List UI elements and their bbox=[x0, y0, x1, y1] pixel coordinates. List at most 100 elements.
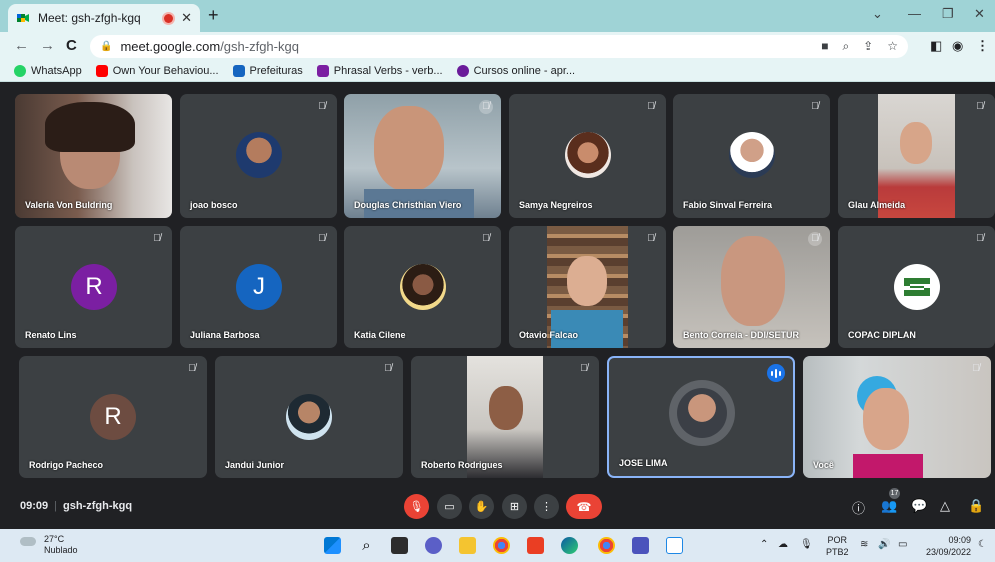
share-icon[interactable]: ⇪ bbox=[863, 39, 873, 54]
mic-off-icon: 🎙̸ bbox=[976, 101, 984, 112]
participant-tile[interactable]: 🎙̸ Roberto Rodrigues bbox=[411, 356, 599, 478]
minimize-icon[interactable]: — bbox=[908, 6, 921, 21]
participant-tile-active-speaker[interactable]: JOSE LIMA bbox=[607, 356, 795, 478]
browser-tab-strip: Meet: gsh-zfgh-kgq ✕ + ⌄ — ❐ ✕ bbox=[0, 0, 995, 32]
participant-face bbox=[721, 236, 785, 326]
file-explorer-icon[interactable] bbox=[459, 537, 476, 554]
battery-icon[interactable]: ▭ bbox=[898, 539, 907, 550]
bookmark-youtube[interactable]: Own Your Behaviou... bbox=[95, 64, 219, 77]
participant-name: Fabio Sinval Ferreira bbox=[683, 200, 773, 210]
participant-tile[interactable]: 🎙̸ Jandui Junior bbox=[215, 356, 403, 478]
activities-icon[interactable]: △ bbox=[940, 498, 950, 514]
bookmark-phrasal-verbs[interactable]: Phrasal Verbs - verb... bbox=[316, 64, 443, 77]
bookmark-label: Cursos online - apr... bbox=[473, 64, 576, 77]
language-code: POR bbox=[827, 535, 848, 545]
participant-tile[interactable]: 🎙̸ Douglas Christhian Viero bbox=[344, 94, 501, 218]
camera-toggle-button[interactable]: ▭ bbox=[437, 494, 462, 519]
mic-off-icon: 🎙̸ bbox=[580, 363, 588, 374]
participant-tile[interactable]: R 🎙̸ Rodrigo Pacheco bbox=[19, 356, 207, 478]
participant-name: Katia Cilene bbox=[354, 330, 406, 340]
participant-tile[interactable]: Valeria Von Buldring bbox=[15, 94, 172, 218]
participant-tile[interactable]: 🎙̸ Glau Almeida bbox=[838, 94, 995, 218]
close-window-icon[interactable]: ✕ bbox=[974, 6, 985, 22]
participant-tile[interactable]: 🎙̸ Katia Cilene bbox=[344, 226, 501, 348]
participant-name: Renato Lins bbox=[25, 330, 77, 340]
participant-name: Juliana Barbosa bbox=[190, 330, 260, 340]
participant-initial-avatar: R bbox=[71, 264, 117, 310]
microphone-icon[interactable]: 🎙 bbox=[800, 539, 813, 550]
recording-indicator-icon bbox=[164, 13, 174, 23]
office-icon[interactable] bbox=[527, 537, 544, 554]
participant-name: COPAC DIPLAN bbox=[848, 330, 916, 340]
start-button-icon[interactable] bbox=[324, 537, 341, 554]
tab-search-chevron-icon[interactable]: ⌄ bbox=[872, 6, 883, 22]
chrome-icon[interactable] bbox=[493, 537, 510, 554]
participant-tile[interactable]: 🎙̸ Bento Correia - DDI/SETUR bbox=[673, 226, 830, 348]
speaker-ring bbox=[669, 380, 735, 446]
windows-taskbar: 27°C Nublado ⌕ ⌃ ☁ 🎙 POR PTB2 ≋ 🔊 ▭ 09:0… bbox=[0, 529, 995, 562]
more-options-button[interactable]: ⋮ bbox=[534, 494, 559, 519]
document-icon[interactable] bbox=[666, 537, 683, 554]
participant-tile[interactable]: J 🎙̸ Juliana Barbosa bbox=[180, 226, 337, 348]
zoom-icon[interactable]: ⌕ bbox=[842, 39, 849, 54]
language-indicator[interactable]: POR PTB2 bbox=[826, 534, 849, 558]
participant-tile[interactable]: R 🎙̸ Renato Lins bbox=[15, 226, 172, 348]
participant-face bbox=[900, 122, 932, 164]
tray-chevron-icon[interactable]: ⌃ bbox=[760, 539, 768, 550]
cloud-sync-icon[interactable]: ☁ bbox=[778, 539, 788, 550]
teams-icon[interactable] bbox=[632, 537, 649, 554]
participant-name: Bento Correia - DDI/SETUR bbox=[683, 330, 800, 340]
back-arrow-icon[interactable]: ← bbox=[14, 37, 29, 54]
camera-icon[interactable]: ■ bbox=[821, 39, 828, 54]
participant-tile[interactable]: 🎙̸ joao bosco bbox=[180, 94, 337, 218]
participant-face bbox=[489, 386, 523, 430]
bookmark-label: WhatsApp bbox=[31, 64, 82, 77]
participant-name: Otavio Falcao bbox=[519, 330, 579, 340]
address-bar[interactable]: 🔒 meet.google.com /gsh-zfgh-kgq ■ ⌕ ⇪ ☆ bbox=[90, 35, 908, 58]
mic-toggle-button[interactable]: 🎙 bbox=[404, 494, 429, 519]
browser-menu-icon[interactable]: ⋮ bbox=[976, 38, 989, 54]
participant-tile-self[interactable]: 🎙̸ Você bbox=[803, 356, 991, 478]
present-screen-button[interactable]: ⊞ bbox=[502, 494, 527, 519]
profile-icon[interactable]: ◉ bbox=[952, 38, 963, 54]
bookmark-prefeituras[interactable]: Prefeituras bbox=[232, 64, 303, 77]
notifications-icon[interactable]: ☾ bbox=[978, 539, 987, 550]
raise-hand-button[interactable]: ✋ bbox=[469, 494, 494, 519]
bookmark-cursos-online[interactable]: Cursos online - apr... bbox=[456, 64, 576, 77]
mic-off-icon: 🎙̸ bbox=[647, 233, 655, 244]
edge-icon[interactable] bbox=[561, 537, 578, 554]
teams-chat-icon[interactable] bbox=[425, 537, 442, 554]
restore-icon[interactable]: ❐ bbox=[942, 6, 954, 22]
participant-avatar bbox=[729, 132, 775, 178]
wifi-icon[interactable]: ≋ bbox=[860, 539, 868, 550]
bookmark-whatsapp[interactable]: WhatsApp bbox=[14, 64, 82, 77]
bookmarks-bar: WhatsApp Own Your Behaviou... Prefeitura… bbox=[0, 60, 995, 82]
participant-tile[interactable]: 🎙̸ Samya Negreiros bbox=[509, 94, 666, 218]
forward-arrow-icon[interactable]: → bbox=[40, 37, 55, 54]
participant-shirt bbox=[853, 454, 923, 478]
side-panel-icon[interactable]: ◧ bbox=[930, 38, 942, 54]
reload-icon[interactable]: C bbox=[66, 37, 77, 54]
chat-icon[interactable]: 💬 bbox=[911, 498, 927, 514]
search-icon[interactable]: ⌕ bbox=[358, 537, 375, 554]
end-call-button[interactable]: ☎ bbox=[566, 494, 602, 519]
browser-tab[interactable]: Meet: gsh-zfgh-kgq ✕ bbox=[8, 4, 200, 32]
weather-widget[interactable]: 27°C Nublado bbox=[20, 534, 78, 556]
tab-close-icon[interactable]: ✕ bbox=[181, 10, 192, 26]
clock-date: 23/09/2022 bbox=[925, 547, 971, 557]
volume-icon[interactable]: 🔊 bbox=[878, 539, 890, 550]
host-controls-icon[interactable]: 🔒 bbox=[968, 498, 984, 514]
participant-tile[interactable]: 🎙̸ Otavio Falcao bbox=[509, 226, 666, 348]
bookmark-star-icon[interactable]: ☆ bbox=[887, 39, 898, 54]
new-tab-button[interactable]: + bbox=[208, 5, 219, 26]
url-host: meet.google.com bbox=[120, 39, 221, 54]
mic-off-icon: 🎙̸ bbox=[479, 100, 493, 114]
task-view-icon[interactable] bbox=[391, 537, 408, 554]
system-clock[interactable]: 09:09 23/09/2022 bbox=[926, 534, 971, 558]
participant-tile[interactable]: 🎙̸ COPAC DIPLAN bbox=[838, 226, 995, 348]
meeting-info: 09:09 | gsh-zfgh-kgq bbox=[20, 500, 133, 512]
participant-tile[interactable]: 🎙̸ Fabio Sinval Ferreira bbox=[673, 94, 830, 218]
people-icon[interactable]: 👥 bbox=[881, 498, 897, 514]
meeting-details-icon[interactable]: ⓘ bbox=[852, 498, 865, 517]
chrome-active-icon[interactable] bbox=[598, 537, 615, 554]
